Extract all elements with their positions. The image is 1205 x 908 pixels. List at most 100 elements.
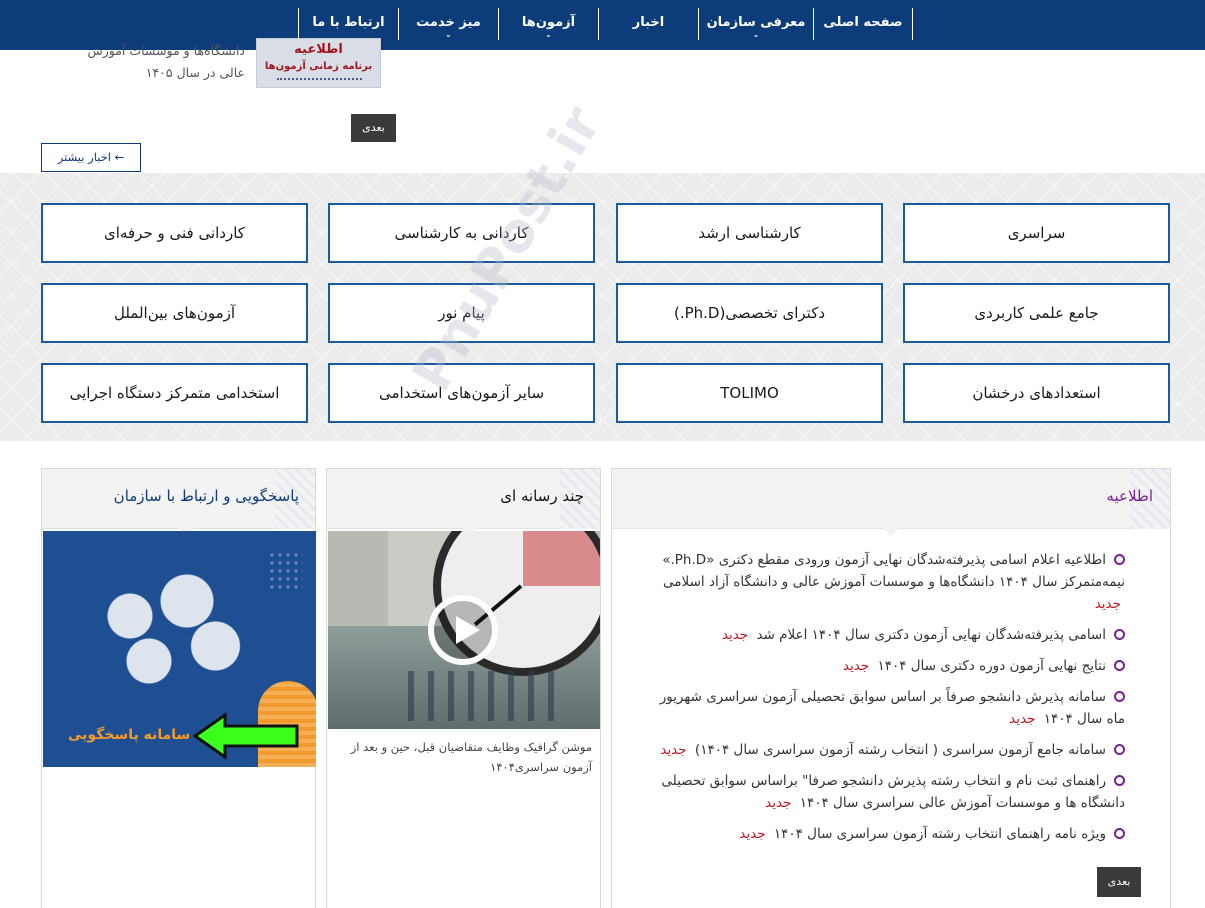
notice-text: سامانه پذیرش دانشجو صرفاً بر اساس سوابق … <box>659 689 1125 727</box>
more-news-button[interactable]: اخبار بیشتر ← <box>41 143 141 172</box>
nav-item-label: معرفی سازمان <box>706 15 806 30</box>
exam-button[interactable]: کاردانی به کارشناسی <box>328 203 595 263</box>
exam-button-label: استعدادهای درخشان <box>972 384 1101 402</box>
nav-item-label: اخبار <box>632 15 665 30</box>
exam-button-label: کاردانی فنی و حرفه‌ای <box>104 224 245 242</box>
new-badge: جدید <box>1009 711 1036 727</box>
exam-button-label: پیام نور <box>438 304 485 322</box>
video-thumbnail[interactable] <box>328 531 600 729</box>
chevron-down-icon: ⌄ <box>545 30 552 39</box>
notice-text: راهنمای ثبت نام و انتخاب رشته پذیرش دانش… <box>661 773 1125 811</box>
decorative-dots <box>268 551 303 591</box>
exam-button[interactable]: استخدامی متمرکز دستگاه اجرایی <box>41 363 308 423</box>
nav-item-about[interactable]: معرفی سازمان ⌄ <box>698 8 813 40</box>
chevron-down-icon: ⌄ <box>445 30 452 39</box>
exam-button-label: سراسری <box>1007 224 1066 242</box>
notice-item[interactable]: اسامی پذیرفته‌شدگان نهایی آزمون دکتری سا… <box>642 624 1125 646</box>
exam-button-label: کاردانی به کارشناسی <box>394 224 529 242</box>
notice-text: ویژه نامه راهنمای انتخاب رشته آزمون سراس… <box>773 826 1106 842</box>
notice-item[interactable]: سامانه پذیرش دانشجو صرفاً بر اساس سوابق … <box>642 686 1125 730</box>
new-badge: جدید <box>721 627 749 643</box>
panel-header: چند رسانه ای <box>327 469 600 536</box>
circle-bullet-icon <box>1114 744 1125 755</box>
notice-panel: اطلاعیه اطلاعیه اعلام اسامی پذیرفته‌شدگا… <box>611 468 1171 908</box>
news-summary-line: دانشگاه‌ها و موسسات آموزش <box>87 43 245 58</box>
arrow-left-icon <box>193 712 299 760</box>
nav-item-exams[interactable]: آزمون‌ها ⌄ <box>498 8 598 40</box>
circle-bullet-icon <box>1114 775 1125 786</box>
circle-bullet-icon <box>1114 660 1125 671</box>
circle-bullet-icon <box>1114 828 1125 839</box>
circle-bullet-icon <box>1114 691 1125 702</box>
circle-bullet-icon <box>1114 554 1125 565</box>
exam-button-label: جامع علمی کاربردی <box>974 304 1099 322</box>
support-system-banner[interactable]: سامانه پاسخگویی <box>43 531 316 767</box>
notice-next-button[interactable]: بعدی <box>1097 867 1141 897</box>
panel-header: پاسخگویی و ارتباط با سازمان <box>42 469 315 536</box>
exam-button[interactable]: دکترای تخصصی(Ph.D.) <box>616 283 883 343</box>
exam-button[interactable]: سایر آزمون‌های استخدامی <box>328 363 595 423</box>
nav-item-label: ارتباط با ما <box>312 15 385 30</box>
exam-button[interactable]: پیام نور <box>328 283 595 343</box>
news-summary[interactable]: دانشگاه‌ها و موسسات آموزش عالی در سال ۱۴… <box>60 40 245 84</box>
nav-item-label: آزمون‌ها <box>521 15 576 30</box>
news-summary-line: عالی در سال ۱۴۰۵ <box>145 65 245 80</box>
play-triangle <box>456 616 480 644</box>
clock-red-segment <box>523 531 600 586</box>
exam-hall-desks <box>408 671 558 721</box>
exam-button-label: کارشناسی ارشد <box>698 224 801 242</box>
exam-button[interactable]: TOLIMO <box>616 363 883 423</box>
new-badge: جدید <box>765 795 792 811</box>
notice-text: اسامی پذیرفته‌شدگان نهایی آزمون دکتری سا… <box>756 627 1106 643</box>
exam-button-label: استخدامی متمرکز دستگاه اجرایی <box>69 384 280 402</box>
panel-title: پاسخگویی و ارتباط با سازمان <box>113 487 299 505</box>
contact-panel: پاسخگویی و ارتباط با سازمان سامانه پاسخگ… <box>41 468 316 908</box>
exam-button-label: دکترای تخصصی(Ph.D.) <box>673 304 826 322</box>
notice-text: اطلاعیه اعلام اسامی پذیرفته‌شدگان نهایی … <box>662 552 1125 590</box>
news-thumbnail-subtitle: برنامه زمانی آزمون‌ها <box>264 61 373 72</box>
notice-item[interactable]: اطلاعیه اعلام اسامی پذیرفته‌شدگان نهایی … <box>642 549 1125 615</box>
exam-button[interactable]: کارشناسی ارشد <box>616 203 883 263</box>
chat-bubbles-icon <box>73 556 263 706</box>
decorative-divider <box>277 78 362 84</box>
panel-title: اطلاعیه <box>1106 487 1153 505</box>
notice-item[interactable]: ویژه نامه راهنمای انتخاب رشته آزمون سراس… <box>642 823 1125 845</box>
new-badge: جدید <box>1094 596 1121 612</box>
notice-text: نتایج نهایی آزمون دوره دکتری سال ۱۴۰۴ <box>877 658 1106 674</box>
exam-button[interactable]: استعدادهای درخشان <box>903 363 1170 423</box>
notice-item[interactable]: سامانه جامع آزمون سراسری ( انتخاب رشته آ… <box>642 739 1125 761</box>
notice-list: اطلاعیه اعلام اسامی پذیرفته‌شدگان نهایی … <box>642 549 1125 854</box>
nav-item-service-desk[interactable]: میز خدمت ⌄ <box>398 8 498 40</box>
panel-header: اطلاعیه <box>612 469 1170 536</box>
exam-button[interactable]: جامع علمی کاربردی <box>903 283 1170 343</box>
exam-button[interactable]: آزمون‌های بین‌الملل <box>41 283 308 343</box>
panel-title: چند رسانه ای <box>500 487 584 505</box>
circle-bullet-icon <box>1114 629 1125 640</box>
news-next-button[interactable]: بعدی <box>351 114 396 142</box>
support-system-label: سامانه پاسخگویی <box>68 727 191 743</box>
new-badge: جدید <box>660 742 687 758</box>
exam-button[interactable]: کاردانی فنی و حرفه‌ای <box>41 203 308 263</box>
nav-item-news[interactable]: اخبار <box>598 8 698 40</box>
nav-item-label: میز خدمت <box>416 15 481 30</box>
nav-menu: صفحه اصلی معرفی سازمان ⌄ اخبار آزمون‌ها ⌄ … <box>298 8 913 40</box>
header-notch <box>882 527 900 536</box>
exam-button[interactable]: سراسری <box>903 203 1170 263</box>
nav-item-home[interactable]: صفحه اصلی <box>813 8 913 40</box>
video-caption[interactable]: موشن گرافیک وظایف متقاضیان قبل، حین و بع… <box>335 737 592 777</box>
chevron-down-icon: ⌄ <box>752 30 760 39</box>
nav-item-contact[interactable]: ارتباط با ما <box>298 8 398 40</box>
exam-button-label: TOLIMO <box>720 384 779 402</box>
new-badge: جدید <box>739 826 766 842</box>
news-thumbnail-title: اطلاعیه <box>294 42 343 57</box>
exam-button-label: سایر آزمون‌های استخدامی <box>378 384 545 402</box>
notice-item[interactable]: نتایج نهایی آزمون دوره دکتری سال ۱۴۰۴ جد… <box>642 655 1125 677</box>
play-icon[interactable] <box>428 595 498 665</box>
exam-button-label: آزمون‌های بین‌الملل <box>113 304 236 322</box>
nav-item-label: صفحه اصلی <box>823 15 903 30</box>
new-badge: جدید <box>842 658 870 674</box>
multimedia-panel: چند رسانه ای موشن گرافیک وظایف متقاضیان … <box>326 468 601 908</box>
news-thumbnail[interactable]: اطلاعیه برنامه زمانی آزمون‌ها <box>256 38 381 88</box>
notice-item[interactable]: راهنمای ثبت نام و انتخاب رشته پذیرش دانش… <box>642 770 1125 814</box>
notice-text: سامانه جامع آزمون سراسری ( انتخاب رشته آ… <box>694 742 1106 758</box>
